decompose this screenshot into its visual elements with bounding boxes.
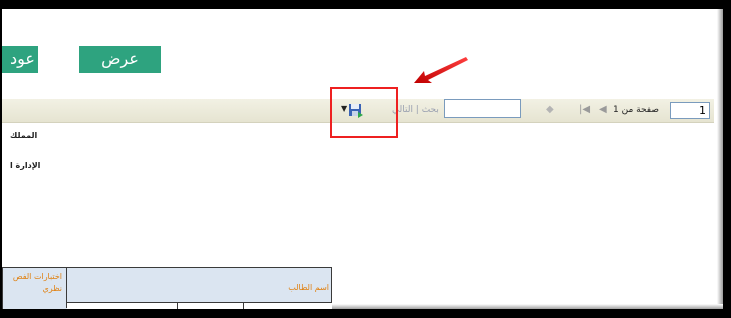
first-page-icon[interactable]: |◀ (579, 104, 590, 115)
exam-column-header: اختبارات الفص نظري (3, 268, 67, 308)
page-number-input[interactable]: 1 (670, 102, 710, 119)
find-next-link[interactable]: بحث | التالي (392, 105, 439, 115)
exam-header-text: اختبارات الفص نظري (12, 272, 62, 293)
report-header-line1: المملك (10, 131, 38, 140)
student-name-header: اسم الطالب (288, 283, 329, 292)
view-button[interactable]: عرض (79, 46, 161, 73)
right-shadow (717, 9, 723, 309)
red-arrow-icon (414, 57, 468, 83)
table-subheader-row (67, 302, 332, 309)
next-page-icon[interactable]: ◆ (546, 104, 554, 115)
highlight-box (330, 87, 398, 138)
report-table: اختبارات الفص نظري اسم الطالب (2, 267, 332, 309)
page-of-label: صفحة من 1 (613, 105, 659, 115)
prev-page-icon[interactable]: ◀ (599, 104, 607, 115)
back-button[interactable]: عود (2, 46, 38, 73)
report-header-line2: الإدارة ا (10, 161, 41, 170)
search-input[interactable] (444, 99, 521, 118)
